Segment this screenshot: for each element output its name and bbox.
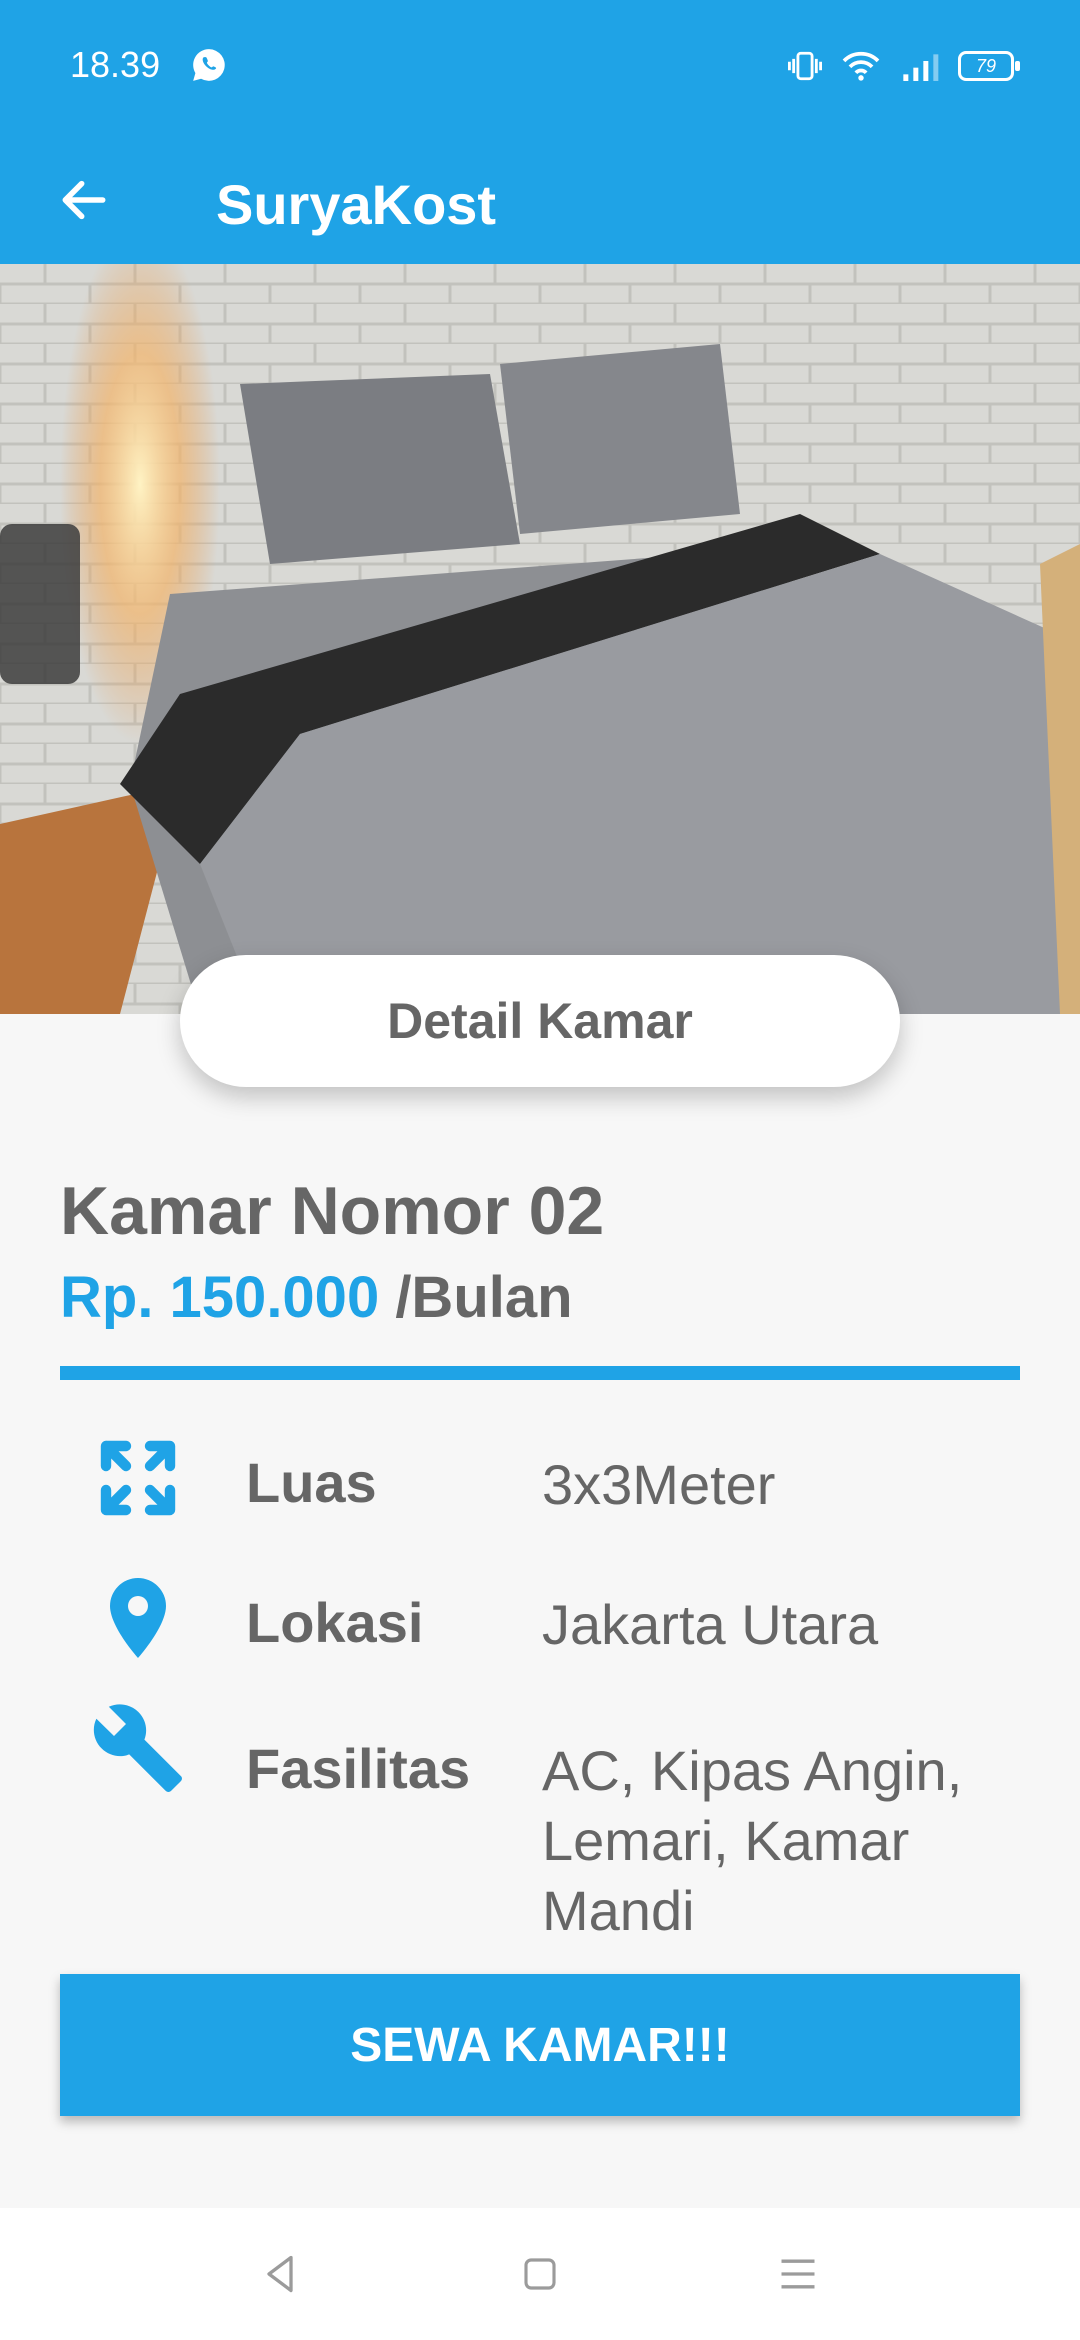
- info-label: Luas: [246, 1451, 377, 1514]
- expand-icon: [100, 1440, 176, 1516]
- status-time: 18.39: [70, 44, 161, 85]
- whatsapp-icon: [193, 49, 225, 81]
- signal-icon: [903, 54, 939, 81]
- sewa-kamar-button[interactable]: SEWA KAMAR!!!: [60, 1974, 1020, 2116]
- detail-kamar-tab[interactable]: Detail Kamar: [180, 955, 900, 1087]
- room-photo: [0, 264, 1080, 1014]
- app-bar: SuryaKost: [0, 132, 1080, 264]
- arrow-left-icon: [62, 180, 106, 220]
- status-icons: 79: [788, 48, 1020, 84]
- wifi-icon: [842, 51, 880, 81]
- nav-home-button[interactable]: [510, 2244, 570, 2304]
- nav-menu-button[interactable]: [768, 2244, 828, 2304]
- room-price: Rp. 150.000: [60, 1265, 380, 1330]
- price-unit: /Bulan: [379, 1265, 573, 1330]
- vibrate-icon: [788, 51, 822, 81]
- status-bar: 18.39 79: [0, 0, 1080, 132]
- location-pin-icon: [110, 1578, 166, 1658]
- info-value: Jakarta Utara: [542, 1593, 879, 1656]
- price-row: Rp. 150.000 /Bulan: [60, 1264, 573, 1331]
- back-button[interactable]: [48, 164, 120, 236]
- system-nav-bar: [0, 2208, 1080, 2340]
- nav-back-icon: [267, 2255, 293, 2293]
- info-value: 3x3Meter: [542, 1453, 776, 1516]
- divider: [60, 1366, 1020, 1380]
- info-value: AC, Kipas Angin, Lemari, Kamar Mandi: [542, 1739, 963, 1942]
- info-label: Lokasi: [246, 1591, 424, 1654]
- nav-home-icon: [524, 2258, 556, 2290]
- room-title: Kamar Nomor 02: [60, 1173, 605, 1249]
- nav-menu-icon: [781, 2259, 815, 2289]
- nav-back-button[interactable]: [250, 2244, 310, 2304]
- app-title: SuryaKost: [216, 173, 497, 236]
- info-label: Fasilitas: [246, 1737, 471, 1800]
- battery-level: 79: [975, 55, 997, 76]
- wrench-icon: [93, 1704, 182, 1792]
- battery-icon: 79: [958, 51, 1020, 81]
